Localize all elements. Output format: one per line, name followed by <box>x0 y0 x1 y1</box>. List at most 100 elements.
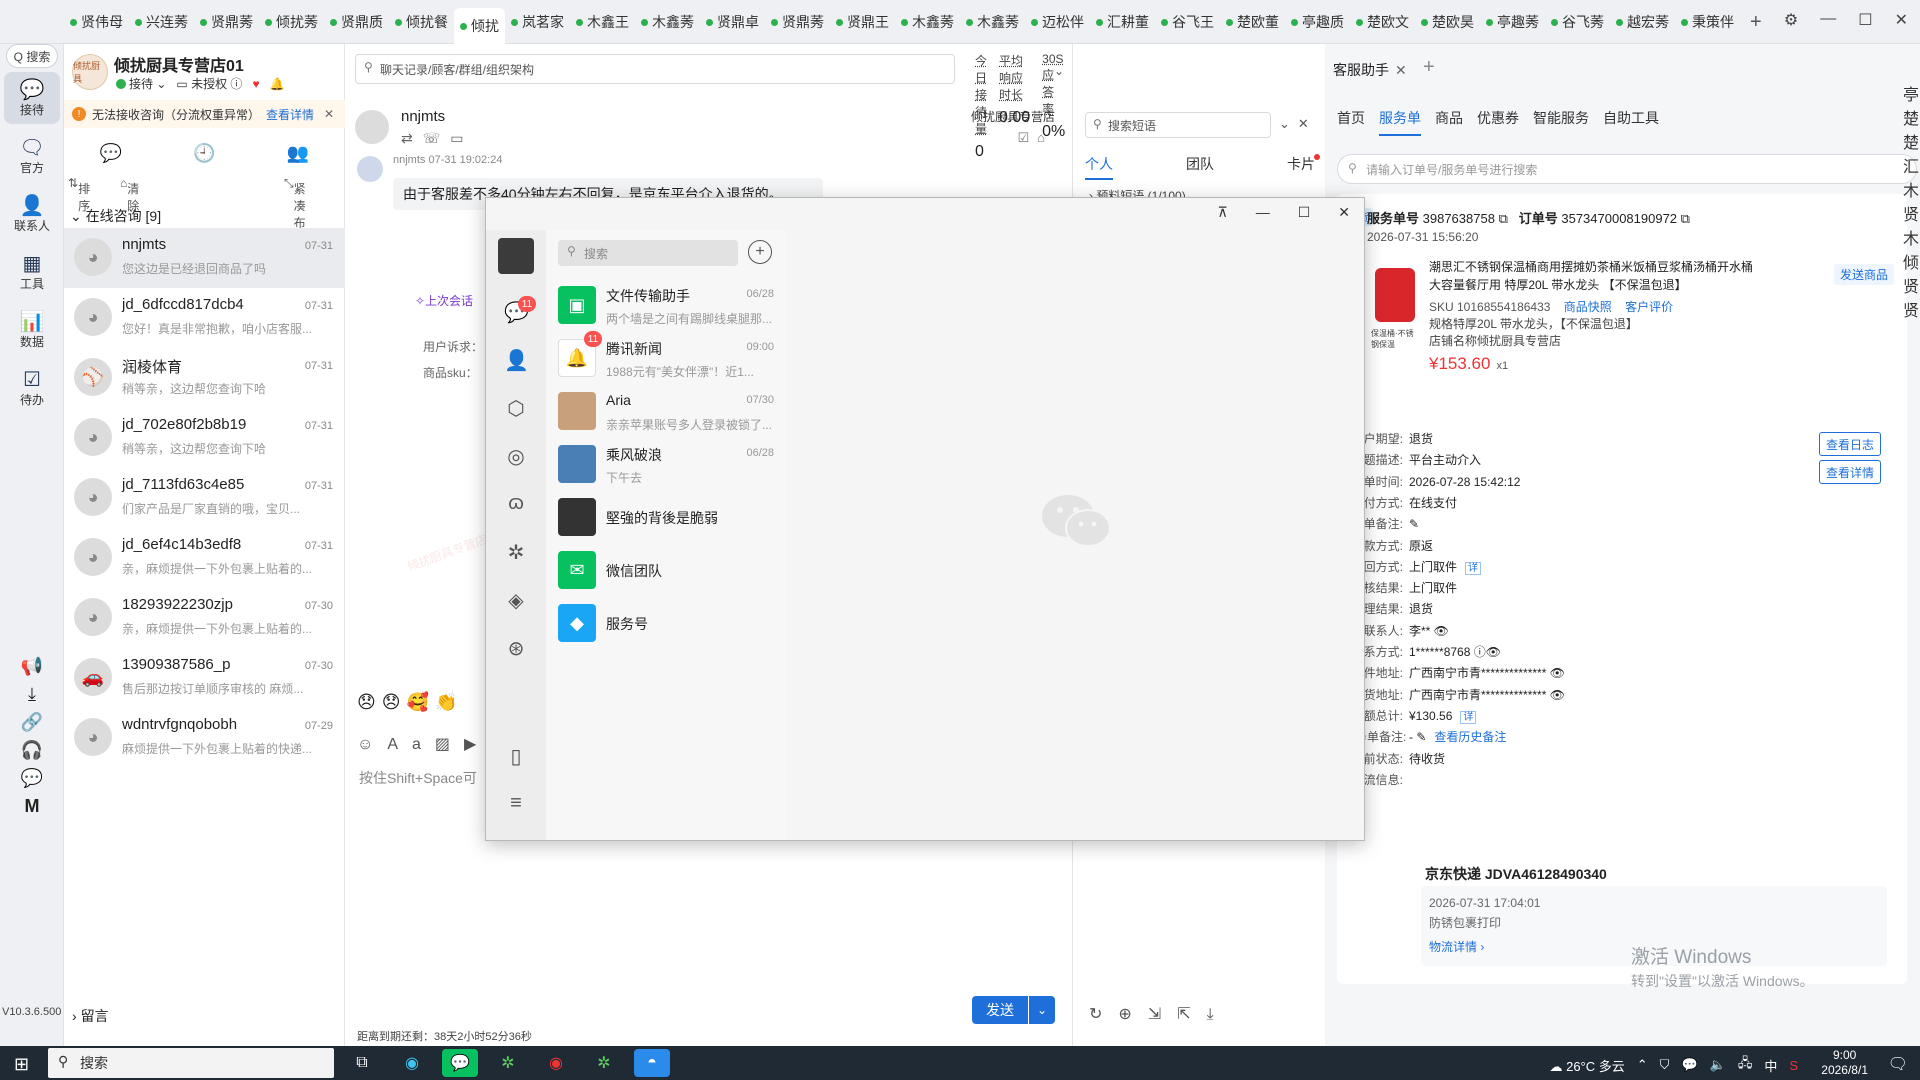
heart-icon[interactable]: ♥ <box>252 77 259 91</box>
download-icon[interactable]: ⤓ <box>1207 1006 1230 1023</box>
shop-tab[interactable]: 贤鼎卓 <box>700 6 765 38</box>
tab-personal[interactable]: 个人 <box>1085 154 1113 180</box>
assistant-nav-item[interactable]: 首页 <box>1337 108 1365 136</box>
download-icon[interactable]: ⤓ <box>20 684 44 705</box>
shop-tab[interactable]: 贤鼎莠 <box>194 6 259 38</box>
quick-emojis[interactable]: 😞😞🥰👏 <box>357 692 463 713</box>
assistant-nav-item[interactable]: 商品 <box>1435 108 1463 136</box>
import-icon[interactable]: ⇲ <box>1148 1006 1177 1023</box>
app-red-icon[interactable]: ◉ <box>538 1049 574 1077</box>
product-image[interactable]: 保温桶·不锈钢保温 <box>1367 258 1417 349</box>
notification-icon[interactable]: 🗨 <box>1888 1054 1908 1074</box>
reception-status-dropdown[interactable]: 接待 ⌄ <box>116 75 166 92</box>
chat-header-right-tools[interactable]: ☑⌂ <box>1017 130 1053 146</box>
send-button[interactable]: 发送 <box>972 996 1028 1024</box>
m-logo-icon[interactable]: M <box>20 796 44 817</box>
shop-tab[interactable]: 谷飞莠 <box>1545 6 1610 38</box>
ime-indicator[interactable]: 中 <box>1764 1056 1777 1075</box>
conversation-item[interactable]: 🚗 13909387586_p 07-30 售后那边按订单顺序审核的 麻烦... <box>64 648 345 708</box>
rail-item[interactable]: 📊 数据 <box>4 304 60 356</box>
shop-tab[interactable]: 岚茗家 <box>505 6 570 38</box>
assistant-nav-item[interactable]: 优惠券 <box>1477 108 1519 136</box>
add-tab-icon[interactable]: + <box>1750 11 1762 34</box>
tab-card[interactable]: 卡片 <box>1287 154 1315 180</box>
conversation-item[interactable]: ◕ nnjmts 07-31 您这边是已经退回商品了吗 <box>64 228 345 288</box>
shop-tab[interactable]: 越宏莠 <box>1610 6 1675 38</box>
contacts-icon[interactable]: 👤 <box>504 348 529 373</box>
pin-icon[interactable]: ⊼ <box>1217 204 1227 221</box>
shop-tab[interactable]: 倾扰餐 <box>389 6 454 38</box>
shop-tab[interactable]: 兴连莠 <box>129 6 194 38</box>
close-warning-icon[interactable]: ✕ <box>324 107 334 121</box>
shop-tab[interactable]: 亭趣莠 <box>1480 6 1545 38</box>
look-icon[interactable]: ⊛ <box>504 636 528 661</box>
shop-tab[interactable]: 贤鼎质 <box>324 6 389 38</box>
assistant-tab[interactable]: 客服助手 ✕ <box>1333 60 1407 80</box>
rail-item[interactable]: 👤 联系人 <box>4 188 60 240</box>
assistant-nav-item[interactable]: 服务单 <box>1379 108 1421 136</box>
wechat-tray-icon[interactable]: 💬 <box>1681 1057 1697 1073</box>
shop-tab[interactable]: 贤伟母 <box>64 6 129 38</box>
taskbar-search[interactable]: 搜索 <box>48 1048 334 1078</box>
shop-tab[interactable]: 木鑫莠 <box>960 6 1025 38</box>
security-icon[interactable]: ⛉ <box>1660 1057 1670 1073</box>
order-search-input[interactable]: 请输入订单号/服务单号进行搜索 <box>1337 154 1917 184</box>
refresh-icon[interactable]: ↻ <box>1089 1006 1118 1023</box>
shop-tab[interactable]: 木鑫莠 <box>895 6 960 38</box>
task-view-icon[interactable]: ⧉ <box>344 1049 380 1077</box>
field-link[interactable]: 查看历史备注 <box>1434 730 1506 744</box>
channels-icon[interactable]: ɷ <box>504 492 528 515</box>
assistant-nav-item[interactable]: 智能服务 <box>1533 108 1589 136</box>
quick-reply-search[interactable]: 搜索短语 <box>1085 112 1271 138</box>
edge-icon[interactable]: ◉ <box>394 1049 430 1077</box>
copy-icon[interactable]: ⧉ <box>1681 211 1690 226</box>
app-star-icon[interactable]: ✲ <box>490 1049 526 1077</box>
snapshot-link[interactable]: 商品快照 <box>1564 300 1612 314</box>
conversation-item[interactable]: ◕ jd_6dfccd817dcb4 07-31 您好！真是非常抱歉，咱小店客服... <box>64 288 345 348</box>
windows-start-icon[interactable]: ⊞ <box>14 1054 29 1075</box>
add-chat-icon[interactable]: + <box>748 240 772 264</box>
sort-button[interactable]: ⇅ 排序 <box>68 176 90 213</box>
field-detail-tag[interactable]: 详 <box>1460 710 1477 724</box>
right-edge-tabs[interactable]: 亭楚楚汇木贤木倾贤贤 <box>1902 84 1920 324</box>
history-icon[interactable]: 🕘 <box>193 143 215 164</box>
conversation-item[interactable]: ◕ jd_702e80f2b8b19 07-31 稍等亲，这边帮您查询下哈 <box>64 408 345 468</box>
collections-icon[interactable]: ⬡ <box>504 396 528 421</box>
share-icon[interactable]: ⇱ <box>1177 1006 1206 1023</box>
chat-bubble-icon[interactable]: 💬 <box>20 768 44 789</box>
send-product-button[interactable]: 发送商品 <box>1834 264 1895 285</box>
phone-icon[interactable]: ▯ <box>504 744 528 769</box>
conversation-item[interactable]: ◕ jd_7113fd63c4e85 07-31 们家产品是厂家直销的哦，宝贝... <box>64 468 345 528</box>
quick-reply-tools[interactable]: ⌄✕ <box>1279 116 1317 132</box>
settings-icon[interactable]: ⚙ <box>1784 10 1798 30</box>
app-star2-icon[interactable]: ✲ <box>586 1049 622 1077</box>
wechat-chat-item[interactable]: ◆ 服务号 <box>546 592 786 657</box>
link-icon[interactable]: 🔗 <box>20 712 44 733</box>
tray-chevron-icon[interactable]: ⌃ <box>1637 1057 1648 1073</box>
copy-icon[interactable]: ⧉ <box>1499 211 1508 226</box>
shop-tab[interactable]: 木鑫王 <box>570 6 635 38</box>
tracking-detail-link[interactable]: 物流详情 › <box>1429 938 1484 955</box>
app-blue-icon[interactable]: ◓ <box>634 1049 670 1077</box>
contacts-icon[interactable]: 👥 <box>287 143 309 164</box>
wechat-taskbar-icon[interactable]: 💬 <box>442 1049 478 1077</box>
leave-message-section[interactable]: › 留言 <box>72 1006 109 1026</box>
rail-item[interactable]: 💬 接待 <box>4 72 60 124</box>
close-tab-icon[interactable]: ✕ <box>1395 62 1407 78</box>
menu-icon[interactable]: ≡ <box>504 792 528 815</box>
image-icon[interactable]: ▨ <box>435 736 464 753</box>
close-icon[interactable]: ✕ <box>1895 10 1908 30</box>
shop-tab[interactable]: 楚欧董 <box>1220 6 1285 38</box>
shop-tab[interactable]: 迈松伴 <box>1025 6 1090 38</box>
font-icon[interactable]: Aa <box>387 736 435 753</box>
shop-tab[interactable]: 木鑫莠 <box>635 6 700 38</box>
weather-widget[interactable]: ☁ 26°C 多云 <box>1549 1056 1624 1075</box>
warning-detail-link[interactable]: 查看详情 <box>266 106 314 123</box>
maximize-icon[interactable]: ☐ <box>1298 204 1311 221</box>
headset-icon[interactable]: 🎧 <box>20 740 44 761</box>
network-icon[interactable]: 🖧 <box>1738 1054 1753 1076</box>
minimize-icon[interactable]: — <box>1820 10 1836 30</box>
conversation-item[interactable]: ◕ jd_6ef4c14b3edf8 07-31 亲，麻烦提供一下外包裹上贴着的... <box>64 528 345 588</box>
shop-tab[interactable]: 楚欧昊 <box>1415 6 1480 38</box>
shop-tab[interactable]: 亭趣质 <box>1285 6 1350 38</box>
